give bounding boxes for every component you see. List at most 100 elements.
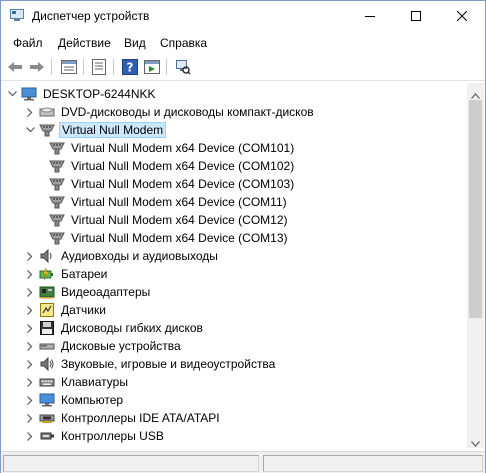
status-bar (1, 451, 485, 473)
vertical-scrollbar[interactable] (467, 83, 484, 448)
tree-item-label: DVD-дисководы и дисководы компакт-дисков (61, 105, 314, 119)
tree-item-label: Батареи (61, 267, 108, 281)
tree-item-label: Virtual Null Modem x64 Device (COM12) (71, 213, 288, 227)
chevron-right-icon[interactable] (25, 373, 35, 391)
ide-controller-icon (39, 410, 55, 426)
chevron-right-icon[interactable] (25, 337, 35, 355)
computer-icon (39, 392, 55, 408)
disk-drive-icon (39, 338, 55, 354)
console-tree-icon[interactable] (90, 58, 108, 76)
chevron-right-icon[interactable] (25, 409, 35, 427)
battery-icon (39, 266, 55, 282)
tree-item-label: Virtual Null Modem x64 Device (COM11) (71, 195, 287, 209)
tree-item-label: Датчики (61, 303, 106, 317)
dvd-icon (39, 104, 55, 120)
tree-item-label: Virtual Null Modem x64 Device (COM101) (71, 141, 295, 155)
modem-icon (49, 230, 65, 246)
vertical-scrollbar-thumb[interactable] (469, 100, 482, 318)
device-tree: DESKTOP-6244NKK DVD-дисководы и дисковод… (3, 83, 465, 448)
tree-item-disk-drives[interactable]: Дисковые устройства (25, 337, 183, 355)
tree-item-com13[interactable]: Virtual Null Modem x64 Device (COM13) (49, 229, 290, 247)
tree-item-label: Клавиатуры (61, 375, 128, 389)
device-manager-window: Диспетчер устройств Файл Действие Вид Сп… (0, 0, 486, 473)
modem-icon (49, 158, 65, 174)
sensor-icon (39, 302, 55, 318)
speaker-icon (39, 248, 55, 264)
menu-view[interactable]: Вид (124, 36, 146, 50)
back-icon[interactable] (6, 58, 24, 76)
chevron-right-icon[interactable] (25, 391, 35, 409)
tree-item-ide-controllers[interactable]: Контроллеры IDE ATA/ATAPI (25, 409, 222, 427)
tree-item-label: Контроллеры USB (61, 429, 164, 443)
tree-item-com101[interactable]: Virtual Null Modem x64 Device (COM101) (49, 139, 296, 157)
close-button[interactable] (439, 1, 485, 31)
menu-action[interactable]: Действие (58, 36, 111, 50)
tree-item-floppy-drives[interactable]: Дисководы гибких дисков (25, 319, 205, 337)
tree-item-label: Дисководы гибких дисков (61, 321, 203, 335)
tree-item-label: Звуковые, игровые и видеоустройства (61, 357, 276, 371)
chevron-right-icon[interactable] (25, 301, 35, 319)
tree-item-sound-devices[interactable]: Звуковые, игровые и видеоустройства (25, 355, 277, 373)
properties-icon[interactable] (60, 58, 78, 76)
modem-icon (39, 122, 55, 138)
tree-item-sensors[interactable]: Датчики (25, 301, 108, 319)
chevron-right-icon[interactable] (25, 319, 35, 337)
tree-item-com102[interactable]: Virtual Null Modem x64 Device (COM102) (49, 157, 296, 175)
help-icon[interactable]: ? (121, 58, 139, 76)
device-manager-app-icon (10, 9, 24, 21)
chevron-right-icon[interactable] (25, 103, 35, 121)
chevron-down-icon[interactable] (25, 121, 35, 139)
tree-item-dvd[interactable]: DVD-дисководы и дисководы компакт-дисков (25, 103, 316, 121)
tree-item-audio-io[interactable]: Аудиовходы и аудиовыходы (25, 247, 220, 265)
tree-root[interactable]: DESKTOP-6244NKK (7, 85, 158, 103)
maximize-button[interactable] (393, 1, 439, 31)
scan-hardware-icon[interactable] (174, 58, 192, 76)
tree-item-virtual-null-modem[interactable]: Virtual Null Modem (25, 121, 167, 139)
chevron-down-icon[interactable] (7, 85, 17, 103)
chevron-right-icon[interactable] (25, 247, 35, 265)
status-bar-pane (263, 455, 483, 472)
tree-item-com103[interactable]: Virtual Null Modem x64 Device (COM103) (49, 175, 296, 193)
usb-controller-icon (39, 428, 55, 444)
title-bar[interactable]: Диспетчер устройств (1, 1, 485, 31)
chevron-right-icon[interactable] (25, 355, 35, 373)
keyboard-icon (39, 374, 55, 390)
status-bar-pane (3, 455, 259, 472)
modem-icon (49, 176, 65, 192)
tree-item-label: Дисковые устройства (61, 339, 181, 353)
toolbar: ? (1, 54, 485, 81)
display-adapter-icon (39, 284, 55, 300)
tree-item-label: Virtual Null Modem (59, 122, 167, 138)
modem-icon (49, 212, 65, 228)
tree-item-com12[interactable]: Virtual Null Modem x64 Device (COM12) (49, 211, 290, 229)
scroll-down-icon[interactable] (471, 436, 480, 450)
tree-item-computer[interactable]: Компьютер (25, 391, 125, 409)
tree-item-display-adapters[interactable]: Видеоадаптеры (25, 283, 152, 301)
chevron-right-icon[interactable] (25, 427, 35, 445)
tree-item-label: Контроллеры IDE ATA/ATAPI (61, 411, 220, 425)
modem-icon (49, 140, 65, 156)
chevron-right-icon[interactable] (25, 283, 35, 301)
tree-item-label: Аудиовходы и аудиовыходы (61, 249, 218, 263)
tree-item-label: Virtual Null Modem x64 Device (COM103) (71, 177, 295, 191)
update-driver-icon[interactable] (143, 58, 161, 76)
tree-item-keyboards[interactable]: Клавиатуры (25, 373, 130, 391)
tree-root-label: DESKTOP-6244NKK (43, 87, 156, 101)
tree-item-com11[interactable]: Virtual Null Modem x64 Device (COM11) (49, 193, 289, 211)
menu-bar: Файл Действие Вид Справка (1, 32, 485, 54)
computer-icon (21, 86, 37, 102)
svg-text:?: ? (127, 61, 134, 75)
tree-item-label: Видеоадаптеры (61, 285, 151, 299)
window-title: Диспетчер устройств (32, 9, 150, 23)
minimize-button[interactable] (347, 1, 393, 31)
sound-icon (39, 356, 55, 372)
chevron-right-icon[interactable] (25, 265, 35, 283)
tree-item-usb-controllers[interactable]: Контроллеры USB (25, 427, 166, 445)
menu-help[interactable]: Справка (160, 36, 207, 50)
tree-item-batteries[interactable]: Батареи (25, 265, 109, 283)
floppy-drive-icon (39, 320, 55, 336)
forward-icon[interactable] (28, 58, 46, 76)
tree-item-label: Virtual Null Modem x64 Device (COM102) (71, 159, 295, 173)
menu-file[interactable]: Файл (13, 36, 43, 50)
modem-icon (49, 194, 65, 210)
